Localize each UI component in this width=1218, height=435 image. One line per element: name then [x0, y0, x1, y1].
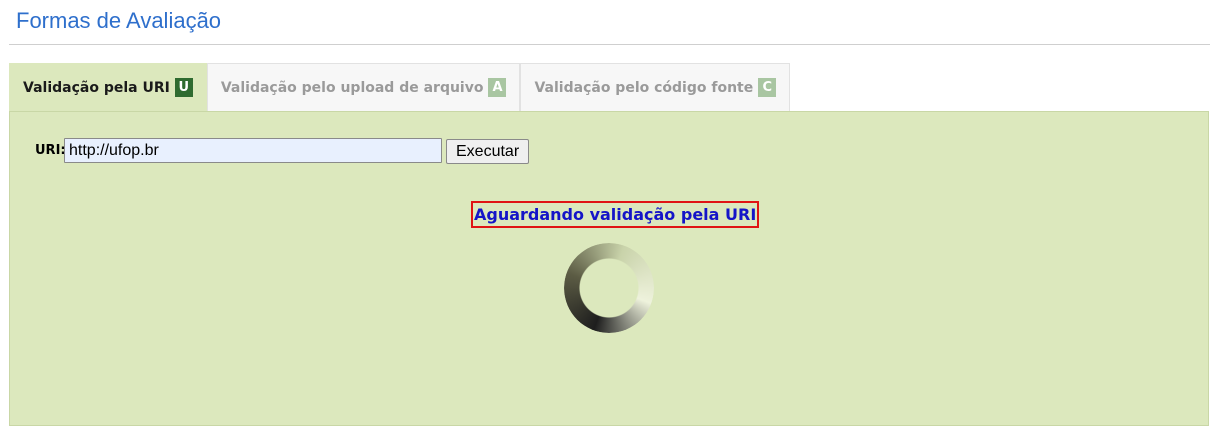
access-key-badge: U [174, 78, 193, 97]
uri-label: URI: [35, 143, 66, 158]
tab-source-code-validation[interactable]: Validação pelo código fonte C [520, 63, 791, 111]
status-message: Aguardando validação pela URI [471, 201, 760, 228]
tab-label: Validação pelo código fonte [534, 79, 754, 96]
tab-uri-validation[interactable]: Validação pela URI U [9, 63, 207, 111]
tab-upload-validation[interactable]: Validação pelo upload de arquivo A [206, 63, 521, 111]
evaluation-tabs: Validação pela URI U Validação pelo uplo… [9, 63, 791, 111]
tab-label: Validação pelo upload de arquivo [220, 79, 484, 96]
execute-button[interactable]: Executar [446, 139, 530, 164]
loading-spinner-icon [564, 243, 654, 333]
access-key-badge: A [488, 78, 507, 97]
uri-validation-panel: URI: Executar Aguardando validação pela … [9, 111, 1209, 426]
access-key-badge: C [758, 78, 777, 97]
tab-label: Validação pela URI [23, 79, 170, 96]
uri-input[interactable] [64, 138, 442, 163]
title-divider [9, 44, 1210, 45]
page-title: Formas de Avaliação [16, 8, 222, 33]
